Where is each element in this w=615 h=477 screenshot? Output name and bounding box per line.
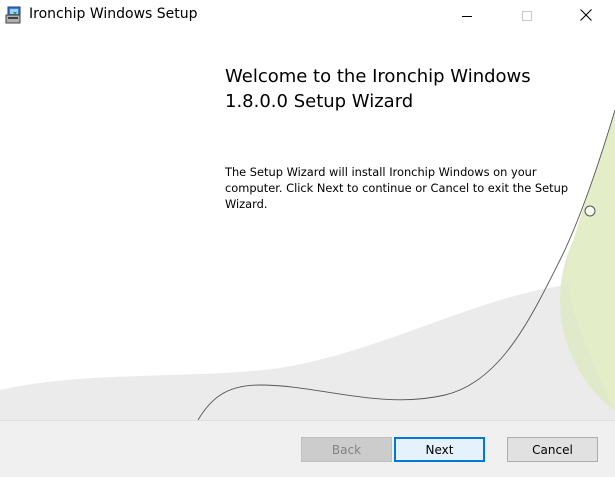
- welcome-description: The Setup Wizard will install Ironchip W…: [225, 164, 575, 212]
- description-line-1: The Setup Wizard will install Ironchip W…: [225, 165, 537, 179]
- window-title: Ironchip Windows Setup: [29, 6, 198, 22]
- welcome-heading-line-1: Welcome to the Ironchip Windows: [225, 66, 531, 87]
- minimize-icon: [462, 6, 472, 25]
- installer-icon: [5, 6, 23, 24]
- welcome-heading-line-2: 1.8.0.0 Setup Wizard: [225, 91, 414, 112]
- maximize-button: [504, 0, 550, 31]
- title-bar: Ironchip Windows Setup: [0, 0, 615, 31]
- next-button[interactable]: Next: [394, 437, 485, 462]
- button-bar: Back Next Cancel: [0, 420, 615, 477]
- setup-window: Ironchip Windows Setup Welcome to the Ir…: [0, 0, 615, 477]
- minimize-button[interactable]: [444, 0, 490, 31]
- maximize-icon: [522, 6, 532, 25]
- description-line-2: computer. Click Next to continue or Canc…: [225, 181, 569, 195]
- close-icon: [580, 6, 592, 25]
- description-line-3: Wizard.: [225, 197, 268, 211]
- cancel-button[interactable]: Cancel: [507, 437, 598, 462]
- curve-node: [584, 205, 596, 217]
- close-button[interactable]: [563, 0, 609, 31]
- back-button: Back: [301, 437, 392, 462]
- gray-swoosh: [0, 282, 615, 420]
- welcome-heading: Welcome to the Ironchip Windows 1.8.0.0 …: [225, 64, 575, 114]
